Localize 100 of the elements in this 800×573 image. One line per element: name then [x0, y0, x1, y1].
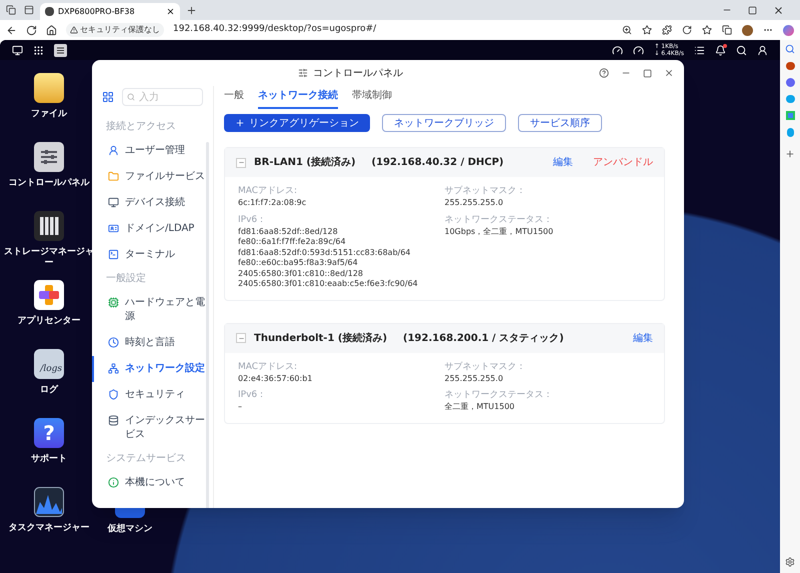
list-icon[interactable]: [694, 44, 705, 56]
collapse-toggle[interactable]: [236, 333, 246, 343]
sidebar-item[interactable]: ユーザー管理: [92, 138, 213, 164]
maximize-icon[interactable]: [748, 6, 757, 14]
settings-icon[interactable]: [785, 557, 795, 567]
add-icon[interactable]: [785, 149, 795, 159]
sidebar-item[interactable]: デバイス接続: [92, 190, 213, 216]
cpu-gauge-icon[interactable]: [612, 44, 624, 56]
sidebar-item[interactable]: ドメイン/LDAP: [92, 216, 213, 242]
collections-icon[interactable]: [722, 25, 732, 35]
sidebar-item[interactable]: ファイルサービス: [92, 164, 213, 190]
zoom-icon[interactable]: [622, 25, 632, 35]
tab-actions-icon[interactable]: [6, 5, 16, 15]
terminal-icon: [108, 249, 119, 260]
desktop-icon-label[interactable]: ファイル: [31, 109, 67, 120]
desktop-icon[interactable]: [12, 44, 23, 56]
clock-icon: [108, 337, 119, 348]
field-label: MACアドレス:: [238, 360, 298, 374]
field-value: 全二重，MTU1500: [444, 402, 516, 412]
new-tab-icon[interactable]: [186, 5, 197, 16]
help-icon[interactable]: ?: [34, 418, 64, 448]
grid-icon[interactable]: [102, 91, 114, 103]
sliders-icon[interactable]: [34, 142, 64, 172]
interface-name: Thunderbolt-1 (接続済み): [254, 331, 388, 346]
section-heading: 一般設定: [105, 272, 147, 286]
sync-icon[interactable]: [682, 25, 692, 35]
desktop-icon-label[interactable]: 仮想マシン: [108, 524, 152, 535]
security-badge[interactable]: セキュリティ保護なし: [66, 23, 164, 37]
desktop-icon-label[interactable]: サポート: [31, 454, 67, 465]
chart-icon[interactable]: [34, 487, 64, 517]
action-button[interactable]: リンクアグリゲーション: [224, 114, 370, 132]
tab[interactable]: 一般: [224, 88, 244, 109]
desktop-icon-label[interactable]: コントロールパネル: [8, 178, 90, 189]
desktop-icon-label[interactable]: アプリセンター: [18, 316, 80, 327]
field-value: 2405:6580:3f01:c810::8ed/128: [238, 268, 364, 279]
back-icon[interactable]: [6, 24, 17, 36]
index-icon: [108, 415, 119, 426]
apps-icon[interactable]: [34, 280, 64, 310]
sidebar-item[interactable]: ハードウェアと電源: [92, 290, 213, 330]
field-value: fe80::6a1f:f7ff:fe2a:89c/64: [238, 237, 347, 248]
search-field[interactable]: 入力: [122, 88, 203, 106]
desktop-icon-label[interactable]: タスクマネージャー: [8, 523, 90, 534]
drive-bays-icon[interactable]: [34, 211, 64, 241]
close-icon[interactable]: [664, 68, 674, 78]
interface-name: BR-LAN1 (接続済み): [254, 155, 356, 170]
home-icon[interactable]: [46, 24, 57, 36]
edit-link[interactable]: 編集: [633, 330, 653, 346]
vm-icon[interactable]: [115, 508, 145, 518]
control-panel-icon: [298, 68, 308, 78]
user-icon: [108, 145, 119, 156]
action-button[interactable]: サービス順序: [518, 114, 602, 132]
folder-icon[interactable]: [34, 73, 64, 103]
control-panel-taskbar-icon[interactable]: [54, 44, 67, 56]
extension-icon[interactable]: [662, 25, 672, 35]
close-icon[interactable]: [773, 4, 784, 16]
sidebar-item[interactable]: ターミナル: [92, 242, 213, 268]
tab[interactable]: ネットワーク接続: [258, 88, 338, 109]
desktop-icon-label[interactable]: ログ: [40, 385, 58, 396]
sidebar-item[interactable]: 本機について: [92, 470, 213, 496]
interface-address: (192.168.200.1 / スタティック): [403, 332, 564, 346]
user-icon[interactable]: [757, 44, 768, 56]
sidebar-item[interactable]: 時刻と言語: [92, 330, 213, 356]
field-value: 255.255.255.0: [444, 374, 504, 384]
action-button[interactable]: ネットワークブリッジ: [382, 114, 506, 132]
log-icon[interactable]: /logs: [34, 349, 64, 379]
site-icon: [45, 7, 54, 16]
field-label: サブネットマスク：: [444, 360, 526, 374]
field-value: –: [238, 402, 243, 412]
unbundle-link[interactable]: アンバンドル: [593, 155, 653, 170]
hardware-icon: [108, 297, 119, 308]
favorites-icon[interactable]: [702, 25, 712, 35]
favorite-icon[interactable]: [642, 25, 652, 35]
assistant-icon[interactable]: [783, 24, 794, 36]
plus-icon: [235, 118, 245, 128]
security-icon: [108, 389, 119, 400]
address-field[interactable]: 192.168.40.32:9999/desktop/?os=ugospro#/: [173, 23, 376, 37]
edit-link[interactable]: 編集: [553, 155, 573, 170]
help-icon[interactable]: [599, 68, 609, 78]
tab[interactable]: 帯域制御: [352, 88, 392, 109]
field-label: IPv6：: [238, 389, 268, 402]
browser-tab[interactable]: DXP6800PRO-BF38: [40, 3, 180, 20]
device-icon: [108, 197, 119, 208]
sidebar-item[interactable]: セキュリティ: [92, 382, 213, 408]
folder-icon: [108, 171, 119, 182]
bell-icon[interactable]: [715, 44, 726, 56]
maximize-icon[interactable]: [643, 68, 652, 78]
tabs-icon[interactable]: [24, 5, 34, 15]
field-value: 6c:1f:f7:2a:08:9c: [238, 198, 308, 208]
field-value: fe80::e60c:ba95:f8a3:9af5/64: [238, 258, 359, 268]
close-icon[interactable]: [166, 7, 175, 16]
refresh-icon[interactable]: [26, 24, 37, 36]
sidebar-item[interactable]: インデックスサービス: [92, 408, 213, 448]
minus-icon: [238, 159, 244, 166]
field-value: 10Gbps，全二重，MTU1500: [444, 226, 554, 237]
apps-grid-icon[interactable]: [33, 44, 44, 56]
field-value: fd81:6aa8:52df:0:593d:5151:cc83:68ab/64: [238, 248, 412, 258]
profile-avatar[interactable]: [742, 24, 753, 36]
ram-gauge-icon[interactable]: [633, 44, 644, 56]
collapse-toggle[interactable]: [236, 158, 246, 168]
field-label: ネットワークステータス：: [444, 214, 554, 226]
